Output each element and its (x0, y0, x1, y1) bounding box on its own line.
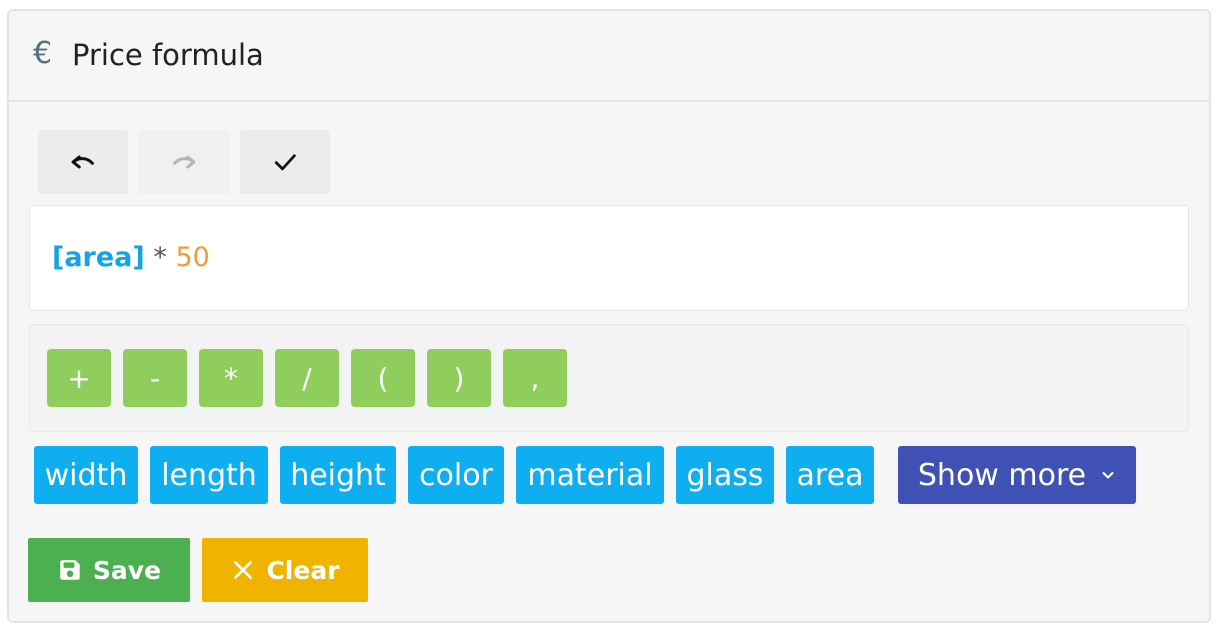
panel-title: Price formula (72, 38, 264, 72)
euro-icon: € (33, 36, 53, 71)
operator-plus-button[interactable]: + (47, 349, 111, 407)
operator-palette: + - * / ( ) , (29, 324, 1189, 432)
variable-width-button[interactable]: width (34, 446, 138, 504)
variable-length-button[interactable]: length (150, 446, 268, 504)
formula-operator-token[interactable]: * (153, 242, 167, 273)
formula-editor[interactable]: [area] * 50 (29, 205, 1189, 311)
formula-expression: [area] * 50 (52, 242, 210, 274)
clear-label: Clear (266, 555, 340, 585)
variable-color-button[interactable]: color (408, 446, 504, 504)
clear-button[interactable]: Clear (202, 538, 368, 602)
operator-comma-button[interactable]: , (503, 349, 567, 407)
variable-area-button[interactable]: area (786, 446, 874, 504)
show-more-label: Show more (917, 457, 1087, 493)
operator-close-paren-button[interactable]: ) (427, 349, 491, 407)
operator-divide-button[interactable]: / (275, 349, 339, 407)
variable-material-button[interactable]: material (516, 446, 664, 504)
undo-icon (71, 155, 94, 169)
operator-open-paren-button[interactable]: ( (351, 349, 415, 407)
formula-variable-token[interactable]: [area] (52, 242, 145, 273)
undo-button[interactable] (38, 130, 128, 194)
panel-header: € Price formula (9, 11, 1209, 102)
chevron-down-icon (1102, 472, 1114, 479)
operator-minus-button[interactable]: - (123, 349, 187, 407)
redo-icon (173, 155, 196, 169)
formula-number-token[interactable]: 50 (175, 242, 209, 273)
variable-height-button[interactable]: height (280, 446, 396, 504)
variable-glass-button[interactable]: glass (676, 446, 774, 504)
operator-multiply-button[interactable]: * (199, 349, 263, 407)
show-more-button[interactable]: Show more (898, 446, 1136, 504)
redo-button[interactable] (139, 130, 229, 194)
checkmark-icon (274, 154, 296, 171)
validate-button[interactable] (240, 130, 330, 194)
price-formula-panel: € Price formula [area] * 50 + - * / ( ) … (7, 9, 1211, 623)
save-label: Save (92, 555, 162, 585)
close-icon (234, 561, 253, 579)
save-button[interactable]: Save (28, 538, 190, 602)
floppy-disk-icon (60, 560, 80, 580)
